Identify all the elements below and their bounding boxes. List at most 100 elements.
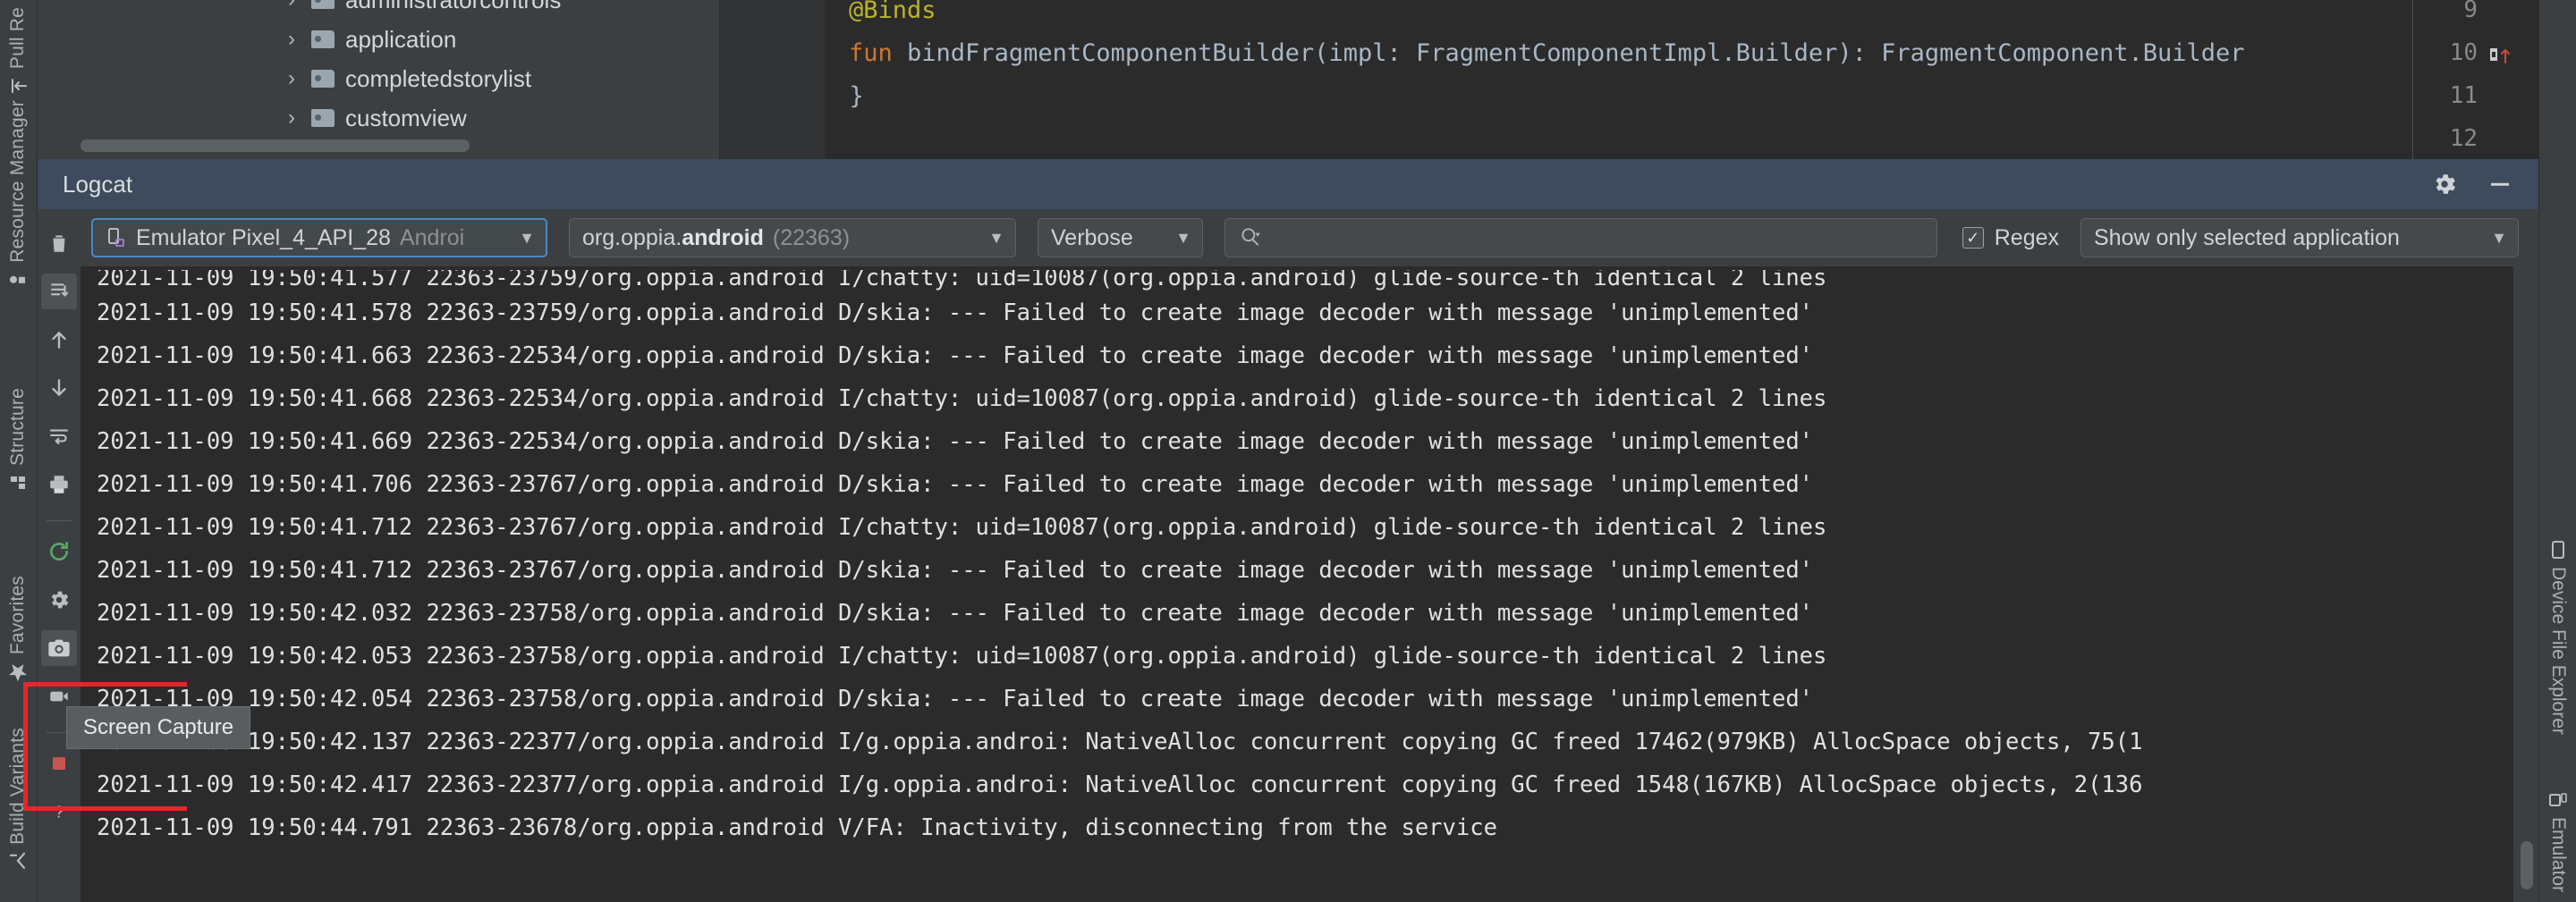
minimize-icon[interactable]	[2487, 171, 2513, 198]
stop-button[interactable]	[41, 746, 77, 781]
implementation-marker-icon[interactable]	[2488, 43, 2515, 68]
screen-capture-button[interactable]	[41, 630, 77, 666]
search-icon[interactable]	[1238, 225, 1263, 250]
log-line: 2021-11-09 19:50:42.054 22363-23758/org.…	[97, 686, 1814, 712]
sidebar-item-structure[interactable]: Structure	[0, 384, 38, 496]
tree-item-label: administratorcontrols	[345, 0, 561, 14]
sidebar-item-label: Resource Manager	[7, 100, 28, 263]
sidebar-item-build-variants[interactable]: Build Variants	[0, 724, 38, 875]
tree-item[interactable]: › customview	[38, 98, 719, 138]
structure-icon	[8, 473, 28, 493]
folder-icon	[311, 0, 335, 9]
chevron-down-icon[interactable]: ▼	[1159, 229, 1191, 248]
logcat-output[interactable]: 2021-11-09 19:50:41.577 22363-23759/org.…	[80, 266, 2513, 902]
tree-item[interactable]: › application	[38, 20, 719, 59]
chevron-down-icon[interactable]: ▼	[503, 229, 535, 248]
process-selector[interactable]: org.oppia. android (22363) ▼	[569, 218, 1016, 257]
regex-checkbox[interactable]: ✓ Regex	[1962, 225, 2059, 251]
line-number: 12	[2449, 125, 2478, 152]
top-area: › administratorcontrols › application › …	[38, 0, 2538, 159]
toolbar-separator	[47, 520, 72, 521]
device-selector-suffix: Androi	[399, 224, 465, 250]
up-the-stack-button[interactable]	[41, 322, 77, 358]
log-level-selector[interactable]: Verbose ▼	[1038, 218, 1203, 257]
chevron-right-icon[interactable]: ›	[288, 105, 311, 131]
code-line: fun bindFragmentComponentBuilder(impl: F…	[849, 39, 2245, 67]
device-file-explorer-icon	[2549, 540, 2567, 560]
process-selector-package: android	[682, 224, 764, 250]
line-number: 10	[2449, 39, 2478, 66]
settings-button[interactable]	[41, 582, 77, 618]
chevron-down-icon[interactable]: ▼	[2475, 229, 2507, 248]
sidebar-item-resource-manager[interactable]: Resource Manager	[0, 97, 38, 293]
code-token-brace: }	[820, 82, 864, 110]
sidebar-item-label: Pull Re	[7, 7, 28, 70]
down-the-stack-button[interactable]	[41, 370, 77, 406]
log-line: 2021-11-09 19:50:44.791 22363-23678/org.…	[97, 814, 1497, 841]
log-line: 2021-11-09 19:50:41.668 22363-22534/org.…	[97, 385, 1827, 412]
restart-button[interactable]	[41, 534, 77, 569]
star-icon	[7, 662, 29, 683]
logcat-header: Logcat	[38, 159, 2538, 209]
log-line: 2021-11-09 19:50:42.053 22363-23758/org.…	[97, 643, 1827, 670]
right-tool-window-bar: Device File Explorer Emulator	[2538, 0, 2576, 902]
scroll-to-end-button[interactable]	[41, 274, 77, 309]
filter-selector[interactable]: Show only selected application ▼	[2080, 218, 2519, 257]
chevron-right-icon[interactable]: ›	[288, 27, 311, 52]
sidebar-item-emulator[interactable]: Emulator	[2538, 787, 2576, 896]
line-number: 9	[2463, 0, 2478, 23]
sidebar-item-label: Emulator	[2548, 817, 2569, 893]
clear-logcat-button[interactable]	[41, 225, 77, 261]
logcat-scrollbar-thumb[interactable]	[2521, 841, 2533, 889]
code-editor[interactable]: 9 10 11 12 @Binds fun bindFragmentCompon…	[720, 0, 2538, 159]
build-variants-icon	[8, 852, 28, 872]
android-studio-window: Pull Re Resource Manager Structure Favor…	[0, 0, 2576, 902]
project-tree-panel: › administratorcontrols › application › …	[38, 0, 720, 159]
sidebar-item-pull-requests[interactable]: Pull Re	[0, 4, 38, 99]
chevron-right-icon[interactable]: ›	[288, 66, 311, 91]
resource-manager-icon	[8, 270, 28, 290]
project-tree-horizontal-scrollbar[interactable]	[80, 139, 470, 152]
logcat-title: Logcat	[63, 170, 133, 198]
soft-wrap-button[interactable]	[41, 418, 77, 454]
log-line: 2021-11-09 19:50:41.669 22363-22534/org.…	[97, 428, 1814, 455]
sidebar-item-label: Build Variants	[7, 728, 28, 845]
regex-label: Regex	[1994, 224, 2059, 250]
gear-icon[interactable]	[2431, 171, 2458, 198]
tree-item-label: completedstorylist	[345, 64, 532, 92]
log-line: 2021-11-09 19:50:41.706 22363-23767/org.…	[97, 471, 1814, 498]
log-line: 2021-11-09 19:50:42.032 22363-23758/org.…	[97, 600, 1814, 627]
device-selector[interactable]: Emulator Pixel_4_API_28 Androi ▼	[91, 218, 547, 257]
chevron-right-icon[interactable]: ›	[288, 0, 311, 13]
folder-icon	[311, 109, 335, 127]
filter-selector-value: Show only selected application	[2094, 224, 2400, 250]
folder-icon	[311, 70, 335, 88]
tree-item[interactable]: › administratorcontrols	[38, 0, 719, 20]
log-level-value: Verbose	[1051, 224, 1133, 250]
sidebar-item-label: Favorites	[7, 576, 28, 655]
code-token-signature: bindFragmentComponentBuilder(impl: Fragm…	[892, 39, 2245, 67]
log-line: 2021-11-09 19:50:41.712 22363-23767/org.…	[97, 514, 1827, 541]
emulator-icon	[2548, 790, 2568, 810]
search-input[interactable]	[1224, 218, 1937, 257]
tree-item-label: application	[345, 25, 457, 53]
logcat-scrollbar[interactable]	[2513, 266, 2538, 902]
help-button[interactable]: ?	[41, 794, 77, 830]
logcat-filter-bar: Emulator Pixel_4_API_28 Androi ▼ org.opp…	[80, 209, 2538, 266]
screen-capture-tooltip: Screen Capture	[66, 706, 251, 749]
process-selector-pid: (22363)	[772, 224, 851, 250]
line-number: 11	[2449, 82, 2478, 109]
sidebar-item-label: Device File Explorer	[2548, 567, 2569, 735]
folder-icon	[311, 30, 335, 48]
checkbox-box[interactable]: ✓	[1962, 227, 1984, 249]
tree-item[interactable]: › completedstorylist	[38, 59, 719, 98]
left-tool-window-bar: Pull Re Resource Manager Structure Favor…	[0, 0, 38, 902]
sidebar-item-favorites[interactable]: Favorites	[0, 572, 38, 687]
chevron-down-icon[interactable]: ▼	[972, 229, 1004, 248]
code-token-annotation: @Binds	[849, 0, 936, 24]
code-line: @Binds	[849, 0, 936, 24]
log-line: 2021-11-09 19:50:42.417 22363-22377/org.…	[97, 771, 2143, 798]
sidebar-item-device-file-explorer[interactable]: Device File Explorer	[2538, 536, 2576, 738]
print-button[interactable]	[41, 467, 77, 502]
svg-text:?: ?	[55, 803, 64, 822]
